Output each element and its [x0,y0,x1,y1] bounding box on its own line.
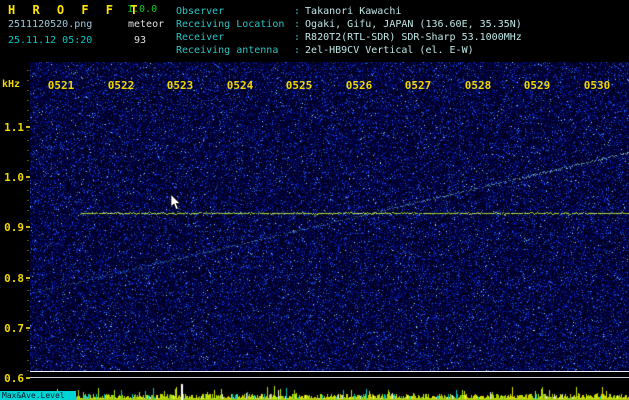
separator-line-bottom [30,377,629,378]
time-label: 0528 [464,79,492,92]
datetime-label: 25.11.12 05:20 [8,35,93,46]
freq-label: 1.0 [4,171,24,184]
freq-label: 0.8 [4,272,24,285]
station-info: Observer: Takanori Kawachi Receiving Loca… [176,5,522,57]
level-strip-canvas [30,381,629,400]
output-filename: 2511120520.png [8,19,93,30]
frequency-unit-label: kHz [2,79,21,90]
info-label: Receiving antenna [176,45,279,56]
info-label: Observer [176,6,225,17]
freq-major-tick [26,126,30,128]
time-label: 0524 [226,79,254,92]
mode-label: meteor [128,19,165,30]
app-title: H R O F F T [8,3,143,17]
spectrogram-canvas [30,62,629,371]
freq-major-tick [26,176,30,178]
info-value: Takanori Kawachi [305,6,402,17]
info-value: R820T2(RTL-SDR) SDR-Sharp 53.1000MHz [305,32,522,43]
info-value: 2el-HB9CV Vertical (el. E-W) [305,45,474,56]
time-label: 0521 [47,79,75,92]
mouse-cursor-icon [170,194,181,211]
info-value: Ogaki, Gifu, JAPAN (136.60E, 35.35N) [305,19,522,30]
freq-label: 1.1 [4,121,24,134]
time-label: 0527 [404,79,432,92]
station-info-row: Receiving Location: Ogaki, Gifu, JAPAN (1… [176,18,522,31]
station-info-row: Receiving antenna:2el-HB9CV Vertical (el… [176,44,522,57]
info-label: Receiver [176,32,225,43]
time-label: 0525 [285,79,313,92]
app-version: 1.0.0 [127,4,158,15]
time-label: 0526 [345,79,373,92]
freq-major-tick [26,277,30,279]
frequency-minor-ticks [27,70,29,376]
station-info-row: Receiver: R820T2(RTL-SDR) SDR-Sharp 53.10… [176,31,522,44]
hrofft-screen: H R O F F T 1.0.0 2511120520.png meteor … [0,0,629,400]
freq-label: 0.6 [4,372,24,385]
time-label: 0522 [107,79,135,92]
freq-label: 0.7 [4,322,24,335]
level-legend: Max&Ave.Level [0,391,76,400]
time-label: 0523 [166,79,194,92]
freq-label: 0.9 [4,221,24,234]
time-label: 0530 [583,79,611,92]
freq-major-tick [26,327,30,329]
separator-line-top [30,371,629,372]
freq-major-tick [26,377,30,379]
station-info-row: Observer: Takanori Kawachi [176,5,522,18]
info-label: Receiving Location [176,19,285,30]
count-label: 93 [134,35,147,46]
time-label: 0529 [523,79,551,92]
freq-major-tick [26,226,30,228]
